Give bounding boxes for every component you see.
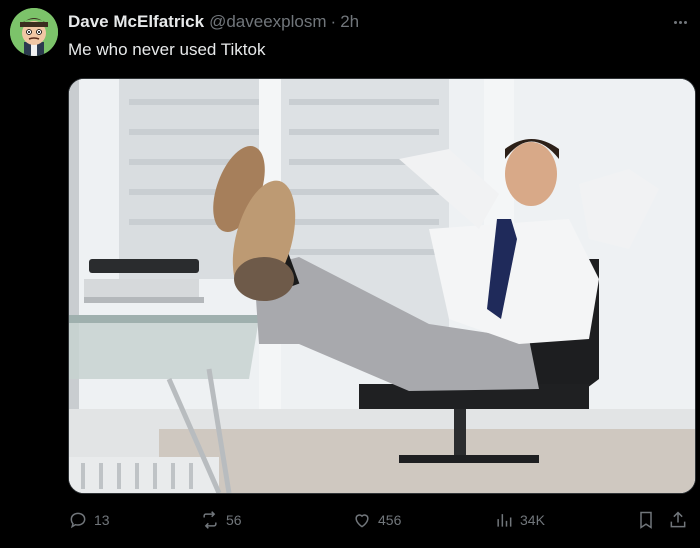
post-time[interactable]: 2h bbox=[340, 12, 359, 32]
like-button[interactable]: 456 bbox=[352, 506, 401, 534]
bookmark-button[interactable] bbox=[636, 506, 656, 534]
repost-count: 56 bbox=[226, 512, 242, 528]
heart-icon bbox=[355, 514, 369, 528]
cartoon-avatar-icon bbox=[10, 8, 58, 56]
action-bar: 13 56 456 34K bbox=[68, 506, 696, 534]
author-name[interactable]: Dave McElfatrick bbox=[68, 12, 204, 32]
repost-button[interactable]: 56 bbox=[200, 506, 242, 534]
share-icon bbox=[670, 511, 686, 528]
reply-count: 13 bbox=[94, 512, 110, 528]
post-header: Dave McElfatrick @daveexplosm · 2h bbox=[68, 12, 690, 34]
reply-icon bbox=[70, 512, 86, 529]
repost-icon bbox=[203, 511, 217, 529]
like-count: 456 bbox=[378, 512, 402, 528]
office-man-relaxing-photo bbox=[69, 79, 695, 493]
reply-button[interactable]: 13 bbox=[68, 506, 110, 534]
post-image[interactable] bbox=[68, 78, 696, 494]
share-button[interactable] bbox=[668, 506, 688, 534]
author-avatar[interactable] bbox=[10, 8, 58, 56]
analytics-icon bbox=[497, 514, 512, 527]
views-button[interactable]: 34K bbox=[494, 506, 545, 534]
view-count: 34K bbox=[520, 512, 545, 528]
more-icon[interactable] bbox=[668, 14, 692, 30]
author-handle[interactable]: @daveexplosm bbox=[209, 12, 326, 32]
bookmark-icon bbox=[640, 511, 652, 529]
post-text: Me who never used Tiktok bbox=[68, 40, 266, 59]
separator: · bbox=[330, 12, 337, 31]
